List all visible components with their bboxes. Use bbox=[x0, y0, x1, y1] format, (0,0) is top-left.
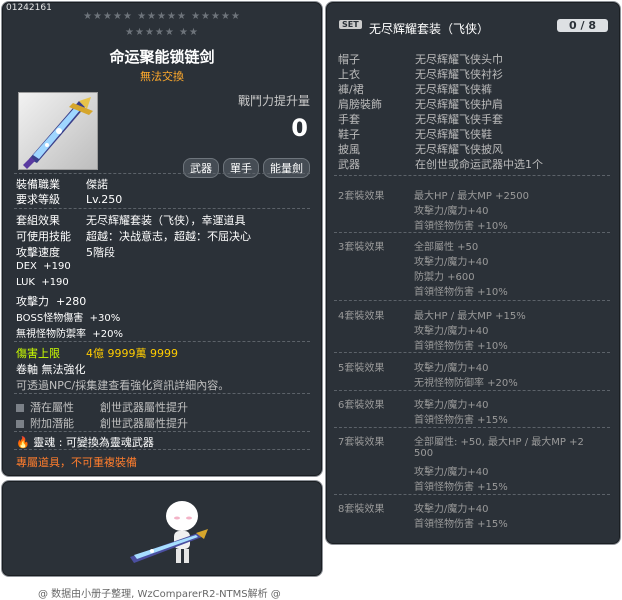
set-part-row: 肩膀裝飾 无尽辉耀飞侠护肩 bbox=[338, 98, 503, 111]
combat-power-label: 戰鬥力提升量 bbox=[237, 94, 310, 108]
set-part-row: 上衣 无尽辉耀飞侠衬衫 bbox=[338, 68, 503, 81]
set-name: 无尽辉耀套装（飞侠） bbox=[369, 22, 490, 36]
divider bbox=[14, 449, 310, 450]
divider bbox=[14, 173, 310, 174]
set-effect-5: 5套裝效果 攻擊力/魔力+40 无視怪物防御率 +20% bbox=[338, 363, 518, 389]
usable-skill-row: 可使用技能 超越：决战意志，超越：不屈决心 bbox=[16, 230, 251, 243]
divider bbox=[334, 390, 610, 391]
divider bbox=[14, 208, 310, 209]
potential-checkbox-icon bbox=[16, 404, 24, 412]
starforce-row-2: ★★★★★ ★★ bbox=[125, 27, 199, 38]
item-tooltip-panel: 01242161 ★★★★★ ★★★★★ ★★★★★ ★★★★★ ★★ 命运聚能… bbox=[1, 1, 323, 477]
divider bbox=[334, 352, 610, 353]
set-effect-4: 4套裝效果 最大HP / 最大MP +15% 攻擊力/魔力+40 首領怪物伤害 +1… bbox=[338, 311, 526, 352]
set-effect-2: 2套裝效果 最大HP / 最大MP +2500 攻擊力/魔力+40 首領怪物伤害 +… bbox=[338, 191, 529, 232]
stat-ignore-defense: 無視怪物防禦率 +20% bbox=[16, 329, 123, 340]
tag-one-handed: 單手 bbox=[223, 158, 259, 178]
set-info-panel: SET 无尽辉耀套装（飞侠） 0 / 8 帽子 无尽辉耀飞侠头巾 上衣 无尽辉耀飞侠… bbox=[325, 1, 621, 545]
set-count: 0 / 8 bbox=[557, 19, 608, 32]
avatar-preview-panel bbox=[1, 480, 323, 577]
set-effect-6: 6套裝效果 攻擊力/魔力+40 首領怪物伤害 +15% bbox=[338, 400, 508, 426]
potential-row: 潛在屬性 創世武器屬性提升 bbox=[16, 399, 188, 415]
set-effect-row: 套組效果 无尽辉耀套装（飞侠），幸運道具 bbox=[16, 214, 246, 227]
equip-job-row: 裝備職業 傑諾 bbox=[16, 178, 108, 191]
divider bbox=[14, 393, 310, 394]
divider bbox=[334, 427, 610, 428]
item-tags: 武器 單手 能量劍 bbox=[183, 158, 310, 178]
set-part-row: 褲/裙 无尽辉耀飞侠裤 bbox=[338, 83, 492, 96]
soul-row: 🔥 靈魂 : 可變換為靈魂武器 bbox=[16, 436, 154, 449]
divider bbox=[14, 431, 310, 432]
damage-cap-row: 傷害上限 4億 9999萬 9999 bbox=[16, 347, 178, 360]
set-part-row: 帽子 无尽辉耀飞侠头巾 bbox=[338, 53, 503, 66]
starforce-row-1: ★★★★★ ★★★★★ ★★★★★ bbox=[83, 11, 241, 22]
stat-attack: 攻擊力 +280 bbox=[16, 295, 87, 308]
character-avatar bbox=[130, 501, 208, 563]
stat-luk: LUK +190 bbox=[16, 277, 69, 288]
exclusive-note: 專屬道具，不可重複裝備 bbox=[16, 456, 137, 469]
set-effect-3: 3套裝效果 全部屬性 +50 攻擊力/魔力+40 防禦力 +600 首領怪物伤害 +1… bbox=[338, 242, 508, 298]
set-part-row: 鞋子 无尽辉耀飞侠鞋 bbox=[338, 128, 492, 141]
energy-sword-icon bbox=[23, 97, 93, 169]
set-part-row: 手套 无尽辉耀飞侠手套 bbox=[338, 113, 503, 126]
attack-speed-row: 攻擊速度 5階段 bbox=[16, 246, 115, 259]
item-name: 命运聚能锁链剑 bbox=[109, 48, 215, 66]
set-part-row: 武器 在创世或命运武器中选1个 bbox=[338, 158, 543, 171]
combat-power-value: 0 bbox=[291, 114, 308, 142]
stat-boss-damage: BOSS怪物傷害 +30% bbox=[16, 313, 121, 324]
divider bbox=[14, 341, 310, 342]
tag-weapon: 武器 bbox=[183, 158, 219, 178]
additional-potential-row: 附加潛能 創世武器屬性提升 bbox=[16, 415, 188, 431]
soul-flame-icon: 🔥 bbox=[16, 436, 30, 449]
divider bbox=[334, 494, 610, 495]
set-badge: SET bbox=[339, 20, 362, 29]
stat-dex: DEX +190 bbox=[16, 261, 71, 272]
divider bbox=[334, 175, 610, 176]
divider bbox=[334, 300, 610, 301]
npc-note: 可透過NPC/採集建查看強化資訊詳細內容。 bbox=[16, 379, 230, 392]
trade-status: 無法交換 bbox=[140, 70, 184, 83]
scroll-row: 卷軸 無法強化 bbox=[16, 363, 86, 376]
tag-energy-sword: 能量劍 bbox=[263, 158, 310, 178]
divider bbox=[334, 232, 610, 233]
required-level-row: 要求等級 Lv.250 bbox=[16, 193, 123, 206]
set-part-row: 披風 无尽辉耀飞侠披风 bbox=[338, 143, 503, 156]
additional-potential-checkbox-icon bbox=[16, 420, 24, 428]
weapon-image bbox=[18, 92, 98, 170]
set-effect-7: 7套裝效果 全部屬性: +50, 最大HP / 最大MP +2 500 攻擊力/魔力… bbox=[338, 437, 584, 493]
set-effect-8: 8套裝效果 攻擊力/魔力+40 首領怪物伤害 +15% bbox=[338, 504, 508, 530]
